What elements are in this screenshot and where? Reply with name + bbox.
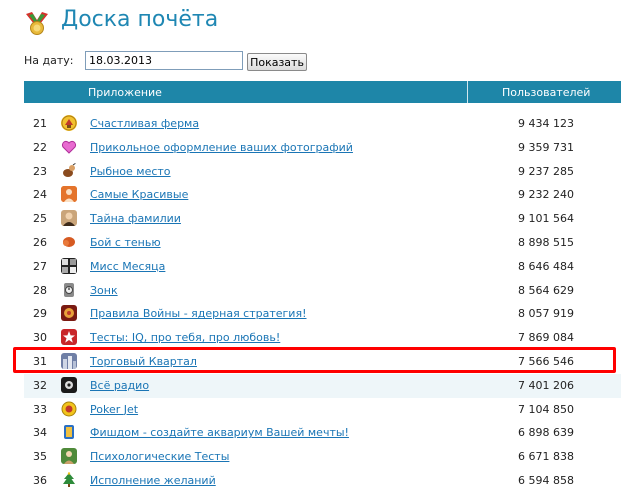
row-users: 7 104 850 (518, 402, 574, 416)
tree-icon[interactable] (61, 472, 77, 488)
row-rank: 35 (33, 450, 47, 464)
honor-board-logo-icon (26, 12, 48, 35)
row-users: 8 898 515 (518, 235, 574, 249)
table-row: 29 Правила Войны - ядерная стратегия! 8 … (24, 302, 621, 326)
table-row: 32 Всё радио 7 401 206 (24, 373, 621, 398)
row-rank: 23 (33, 164, 47, 178)
app-link[interactable]: Тайна фамилии (90, 212, 181, 225)
column-divider (467, 81, 468, 103)
app-link[interactable]: Зонк (90, 284, 118, 297)
heart-icon[interactable] (61, 139, 77, 155)
app-link[interactable]: Всё радио (90, 379, 149, 392)
row-rank: 21 (33, 117, 47, 130)
date-input[interactable] (85, 51, 243, 70)
row-users: 8 057 919 (518, 307, 574, 321)
table-row: 25 Тайна фамилии 9 101 564 (24, 207, 621, 231)
table-row: 36 Исполнение желаний 6 594 858 (24, 469, 621, 493)
row-rank: 36 (33, 473, 47, 487)
app-link[interactable]: Мисс Месяца (90, 260, 165, 273)
row-rank: 34 (33, 426, 47, 440)
table-row: 34 Фишдом - создайте аквариум Вашей мечт… (24, 421, 621, 445)
apps-table: 21 Счастливая ферма 9 434 123 22 Приколь… (24, 112, 621, 493)
show-button[interactable]: Показать (247, 53, 307, 71)
page-title: Доска почёта (61, 7, 219, 32)
row-users: 9 359 731 (518, 140, 574, 154)
app-link[interactable]: Правила Войны - ядерная стратегия! (90, 307, 307, 320)
row-rank: 29 (33, 307, 47, 321)
aquarium-icon[interactable] (61, 424, 77, 440)
table-row: 28 Зонк 8 564 629 (24, 279, 621, 303)
collage-icon[interactable] (61, 257, 77, 274)
star-icon[interactable] (61, 329, 77, 346)
app-link[interactable]: Бой с тенью (90, 236, 161, 249)
row-users: 9 101 564 (518, 212, 574, 226)
row-rank: 30 (33, 331, 47, 345)
table-row: 33 Poker Jet 7 104 850 (24, 398, 621, 422)
app-link[interactable]: Фишдом - создайте аквариум Вашей мечты! (90, 426, 349, 439)
war-icon[interactable] (61, 305, 77, 322)
table-row: 22 Прикольное оформление ваших фотографи… (24, 136, 621, 160)
app-link[interactable]: Poker Jet (90, 403, 138, 416)
row-users: 7 869 084 (518, 331, 574, 345)
row-users: 9 434 123 (518, 117, 574, 130)
date-label: На дату: (24, 54, 74, 67)
table-row: 31 Торговый Квартал 7 566 546 (24, 350, 621, 374)
app-link[interactable]: Счастливая ферма (90, 117, 199, 130)
table-row: 21 Счастливая ферма 9 434 123 (24, 112, 621, 136)
tests-icon[interactable] (61, 448, 77, 465)
row-users: 6 671 838 (518, 450, 574, 464)
row-rank: 28 (33, 283, 47, 297)
radio-icon[interactable] (61, 376, 77, 393)
app-link[interactable]: Психологические Тесты (90, 450, 229, 463)
row-users: 6 898 639 (518, 426, 574, 440)
app-link[interactable]: Рыбное место (90, 165, 171, 178)
portrait-icon[interactable] (61, 210, 77, 227)
row-rank: 26 (33, 235, 47, 249)
row-users: 8 564 629 (518, 283, 574, 297)
app-link[interactable]: Прикольное оформление ваших фотографий (90, 141, 353, 154)
beauty-icon[interactable] (61, 186, 77, 203)
table-row: 23 Рыбное место 9 237 285 (24, 160, 621, 184)
column-header-app: Приложение (88, 86, 162, 99)
row-users: 8 646 484 (518, 259, 574, 273)
column-header-users: Пользователей (502, 86, 591, 99)
app-link[interactable]: Самые Красивые (90, 188, 188, 201)
row-users: 7 401 206 (518, 378, 574, 392)
row-users: 7 566 546 (518, 354, 574, 368)
table-row: 26 Бой с тенью 8 898 515 (24, 231, 621, 255)
fishing-icon[interactable] (61, 162, 77, 179)
table-row: 30 Тесты: IQ, про тебя, про любовь! 7 86… (24, 326, 621, 350)
app-link[interactable]: Торговый Квартал (90, 355, 197, 368)
row-rank: 33 (33, 402, 47, 416)
row-users: 9 237 285 (518, 164, 574, 178)
table-row: 27 Мисс Месяца 8 646 484 (24, 255, 621, 279)
app-link[interactable]: Исполнение желаний (90, 474, 216, 487)
row-users: 9 232 240 (518, 188, 574, 202)
clock-icon[interactable] (61, 282, 77, 298)
row-rank: 31 (33, 354, 47, 368)
row-rank: 25 (33, 212, 47, 226)
app-link[interactable]: Тесты: IQ, про тебя, про любовь! (90, 331, 280, 344)
table-row: 35 Психологические Тесты 6 671 838 (24, 445, 621, 469)
city-icon[interactable] (61, 352, 77, 369)
row-rank: 22 (33, 140, 47, 154)
poker-chip-icon[interactable] (61, 401, 77, 417)
table-row: 24 Самые Красивые 9 232 240 (24, 183, 621, 207)
row-rank: 24 (33, 188, 47, 202)
row-rank: 27 (33, 259, 47, 273)
row-users: 6 594 858 (518, 473, 574, 487)
table-header: Приложение Пользователей (24, 81, 621, 103)
row-rank: 32 (33, 378, 47, 392)
farm-icon[interactable] (61, 115, 77, 131)
boxing-glove-icon[interactable] (61, 234, 77, 250)
